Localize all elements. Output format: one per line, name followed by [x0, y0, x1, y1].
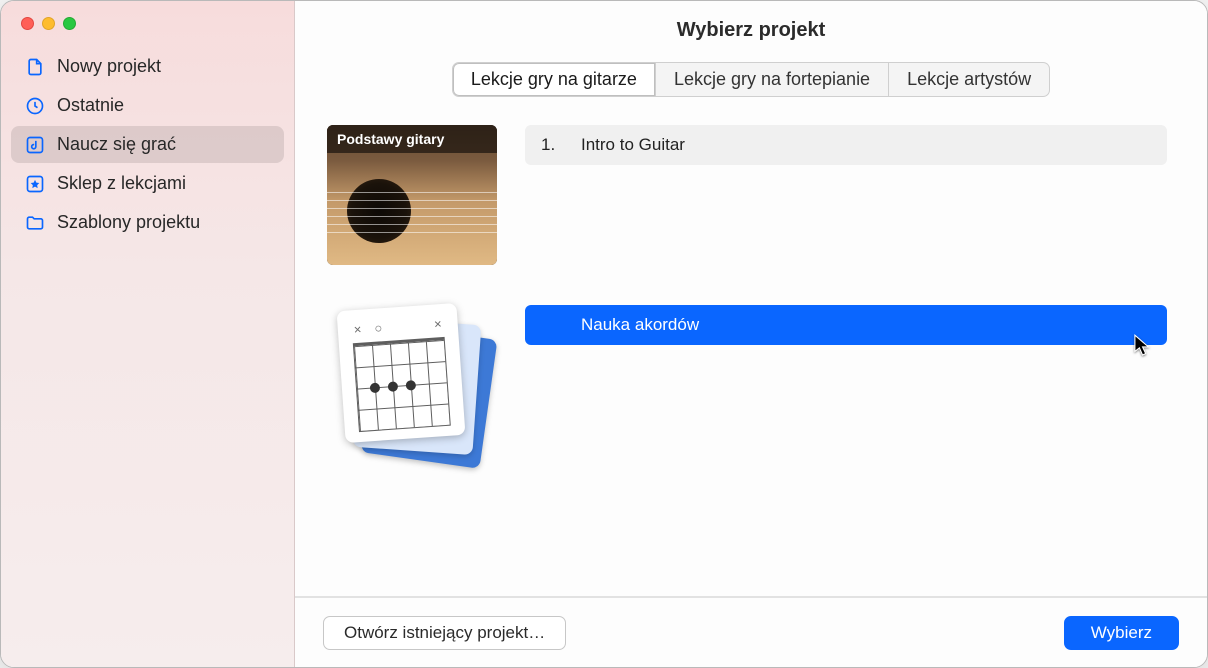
- sidebar: Nowy projekt Ostatnie Naucz się grać Skl…: [1, 1, 295, 667]
- note-box-icon: [25, 135, 45, 155]
- sidebar-item-label: Sklep z lekcjami: [57, 173, 186, 194]
- lesson-row-intro-to-guitar[interactable]: 1. Intro to Guitar: [525, 125, 1167, 165]
- project-chooser-window: Nowy projekt Ostatnie Naucz się grać Skl…: [0, 0, 1208, 668]
- zoom-window-button[interactable]: [63, 17, 76, 30]
- sidebar-item-label: Nowy projekt: [57, 56, 161, 77]
- lesson-tabs: Lekcje gry na gitarze Lekcje gry na fort…: [295, 62, 1207, 97]
- star-box-icon: [25, 174, 45, 194]
- sidebar-item-new-project[interactable]: Nowy projekt: [11, 48, 284, 85]
- lesson-section-guitar-basics: Podstawy gitary 1. Intro to Guitar: [327, 125, 1167, 265]
- minimize-window-button[interactable]: [42, 17, 55, 30]
- tab-artist-lessons[interactable]: Lekcje artystów: [889, 62, 1050, 97]
- lesson-title: Intro to Guitar: [581, 135, 685, 155]
- sidebar-item-project-templates[interactable]: Szablony projektu: [11, 204, 284, 241]
- tab-piano-lessons[interactable]: Lekcje gry na fortepianie: [656, 62, 889, 97]
- sidebar-item-label: Naucz się grać: [57, 134, 176, 155]
- page-title: Wybierz projekt: [295, 1, 1207, 62]
- sidebar-item-label: Ostatnie: [57, 95, 124, 116]
- footer: Otwórz istniejący projekt… Wybierz: [295, 597, 1207, 667]
- lesson-number: 1.: [541, 135, 581, 155]
- sidebar-item-recent[interactable]: Ostatnie: [11, 87, 284, 124]
- clock-icon: [25, 96, 45, 116]
- close-window-button[interactable]: [21, 17, 34, 30]
- sidebar-item-label: Szablony projektu: [57, 212, 200, 233]
- lesson-list: Nauka akordów: [525, 305, 1167, 345]
- lesson-section-chord-trainer: ×○× Nauka akordów: [327, 305, 1167, 460]
- section-thumbnail-chord[interactable]: ×○×: [327, 305, 497, 460]
- main-pane: Wybierz projekt Lekcje gry na gitarze Le…: [295, 1, 1207, 667]
- sidebar-item-learn-to-play[interactable]: Naucz się grać: [11, 126, 284, 163]
- choose-button[interactable]: Wybierz: [1064, 616, 1179, 650]
- window-controls: [1, 13, 294, 48]
- section-thumbnail-label: Podstawy gitary: [327, 125, 497, 153]
- file-icon: [25, 57, 45, 77]
- lesson-list: 1. Intro to Guitar: [525, 125, 1167, 165]
- open-existing-project-button[interactable]: Otwórz istniejący projekt…: [323, 616, 566, 650]
- sidebar-list: Nowy projekt Ostatnie Naucz się grać Skl…: [1, 48, 294, 241]
- lesson-row-chord-trainer[interactable]: Nauka akordów: [525, 305, 1167, 345]
- section-thumbnail-guitar[interactable]: Podstawy gitary: [327, 125, 497, 265]
- folder-icon: [25, 213, 45, 233]
- sidebar-item-lesson-store[interactable]: Sklep z lekcjami: [11, 165, 284, 202]
- lesson-title: Nauka akordów: [581, 315, 699, 335]
- tab-guitar-lessons[interactable]: Lekcje gry na gitarze: [452, 62, 656, 97]
- chord-card-icon: ×○×: [337, 303, 466, 443]
- lesson-content[interactable]: Podstawy gitary 1. Intro to Guitar ×○×: [295, 125, 1207, 586]
